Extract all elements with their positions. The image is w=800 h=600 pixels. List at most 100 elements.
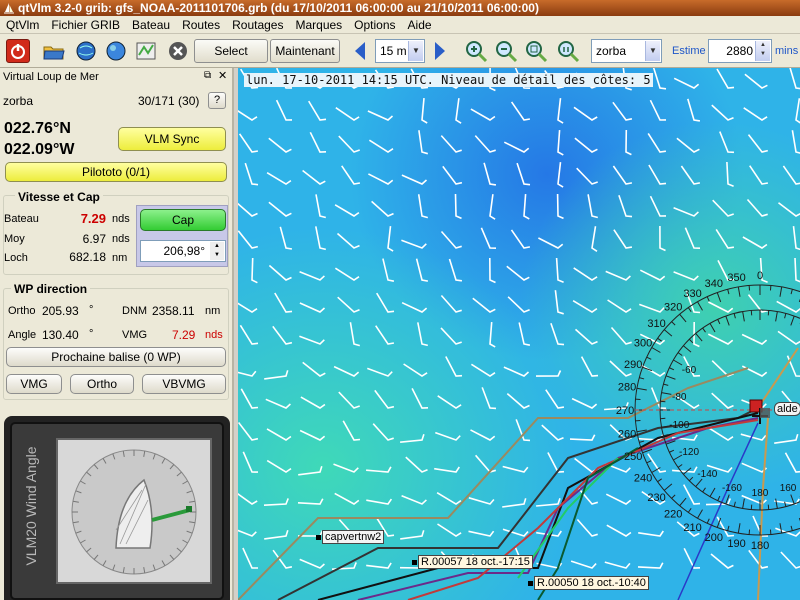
angle-label: Angle <box>8 329 37 341</box>
moy-speed: 6.97 <box>82 232 106 246</box>
compass-inner-label: 160 <box>780 483 797 494</box>
compass-outer-label: 0 <box>757 270 763 282</box>
route-point-marker[interactable] <box>412 560 417 565</box>
compass-inner-label: -80 <box>672 392 687 403</box>
compass-outer-label: 180 <box>751 540 769 552</box>
waypoint-marker[interactable] <box>316 535 321 540</box>
route-point-marker[interactable] <box>528 581 533 586</box>
close-grib-icon[interactable] <box>166 39 190 63</box>
estime-input[interactable]: 2880 ▲ ▼ <box>708 39 772 63</box>
vmg-value: 7.29 <box>172 328 196 342</box>
compass-outer-label: 230 <box>647 492 665 504</box>
spin-arrows-icon[interactable]: ▲ ▼ <box>755 41 770 61</box>
zoom-out-icon[interactable] <box>494 39 518 63</box>
compass-outer-label: 330 <box>683 288 701 300</box>
boat-panel: Virtual Loup de Mer ⧉ ✕ zorba 30/171 (30… <box>0 68 234 600</box>
open-folder-icon[interactable] <box>42 39 66 63</box>
close-panel-icon[interactable]: ✕ <box>218 69 227 82</box>
vmg-mode-button[interactable]: VMG <box>6 374 62 394</box>
panel-title: Virtual Loup de Mer <box>3 71 99 83</box>
compass-outer-label: 220 <box>664 508 682 520</box>
menu-fichier-grib[interactable]: Fichier GRIB <box>45 18 126 32</box>
zoom-one-to-one-icon[interactable] <box>556 39 580 63</box>
dnm-unit: nm <box>205 305 221 317</box>
dnm-value: 2358.11 <box>152 304 195 318</box>
estime-unit: mins <box>775 45 799 57</box>
chevron-down-icon[interactable]: ▼ <box>408 41 423 61</box>
globe-download-icon[interactable] <box>74 39 98 63</box>
vlm-sync-button[interactable]: VLM Sync <box>118 127 226 151</box>
compass-outer-label: 260 <box>618 428 636 440</box>
menu-bar: QtVlm Fichier GRIB Bateau Routes Routages Mar… <box>0 16 800 34</box>
ortho-mode-button[interactable]: Ortho <box>70 374 134 394</box>
compass-inner-label: -160 <box>722 483 742 494</box>
menu-marques[interactable]: Marques <box>289 18 348 32</box>
quit-icon[interactable] <box>6 39 30 63</box>
maintenant-button[interactable]: Maintenant <box>270 39 340 63</box>
moy-label: Moy <box>4 233 25 245</box>
bateau-speed: 7.29 <box>80 211 106 226</box>
weather-map[interactable]: 330 340 350 0 320 310 300 290 280 270 260 250 240 230… <box>238 68 800 600</box>
compass-outer-label: 250 <box>624 451 642 463</box>
route-label-r50[interactable]: R.00050 18 oct.-10:40 <box>534 576 649 590</box>
dnm-label: DNM <box>122 305 148 317</box>
step-forward-icon[interactable] <box>430 39 450 63</box>
float-panel-icon[interactable]: ⧉ <box>204 70 211 81</box>
zoom-in-icon[interactable] <box>464 39 488 63</box>
time-step-value: 15 m <box>380 44 407 58</box>
cap-input[interactable]: 206,98° ▲ ▼ <box>140 240 226 262</box>
longitude: 022.09°W <box>4 141 75 158</box>
compass-outer-label: 350 <box>727 272 745 284</box>
menu-options[interactable]: Options <box>348 18 401 32</box>
menu-routages[interactable]: Routages <box>226 18 289 32</box>
pilototo-button[interactable]: Pilototo (0/1) <box>5 162 227 182</box>
chevron-down-icon[interactable]: ▼ <box>645 41 660 61</box>
globe-icon[interactable] <box>104 39 128 63</box>
menu-routes[interactable]: Routes <box>176 18 226 32</box>
loch-distance: 682.18 <box>69 250 106 264</box>
compass-inner-label: -120 <box>679 447 699 458</box>
window-title-bar[interactable]: qtVlm 3.2-0 grib: gfs_NOAA-2011101706.gr… <box>0 0 800 16</box>
zoom-fit-icon[interactable] <box>524 39 548 63</box>
spin-arrows-icon[interactable]: ▲ ▼ <box>210 242 224 260</box>
ortho-unit: ° <box>89 304 94 316</box>
boat-label[interactable]: alde <box>774 402 800 416</box>
loch-unit: nm <box>112 252 128 264</box>
ortho-value: 205.93 <box>42 304 79 318</box>
menu-aide[interactable]: Aide <box>402 18 438 32</box>
boat-rank: 30/171 (30) <box>138 94 200 108</box>
compass-outer-label: 300 <box>634 338 652 350</box>
boat-select[interactable]: zorba ▼ <box>591 39 662 63</box>
map-status-line: lun. 17-10-2011 14:15 UTC. Niveau de dét… <box>244 73 653 87</box>
step-back-icon[interactable] <box>350 39 370 63</box>
menu-qtvlm[interactable]: QtVlm <box>0 18 45 32</box>
map-canvas[interactable]: 330 340 350 0 320 310 300 290 280 270 260 250 240 230… <box>238 68 800 600</box>
compass-outer-label: 270 <box>616 405 634 417</box>
help-button[interactable]: ? <box>208 92 226 109</box>
compass-inner-label: -100 <box>669 420 689 431</box>
select-button[interactable]: Select <box>194 39 268 63</box>
qtvlm-app-icon <box>4 3 14 14</box>
time-step-select[interactable]: 15 m ▼ <box>375 39 425 63</box>
wp-group-title: WP direction <box>11 282 91 296</box>
next-waypoint-button[interactable]: Prochaine balise (0 WP) <box>6 347 226 367</box>
vmg-unit: nds <box>205 329 223 341</box>
angle-value: 130.40 <box>42 328 79 342</box>
waypoint-label-capvert[interactable]: capvertnw2 <box>322 530 385 544</box>
compass-outer-label: 320 <box>664 302 682 314</box>
compass-outer-label: 210 <box>683 522 701 534</box>
instrument-screen <box>56 438 212 584</box>
ortho-label: Ortho <box>8 305 36 317</box>
compass-inner-label: -140 <box>697 469 717 480</box>
compass-outer-label: 190 <box>727 538 745 550</box>
angle-unit: ° <box>89 328 94 340</box>
cap-value: 206,98° <box>163 244 205 258</box>
route-label-r57[interactable]: R.00057 18 oct.-17:15 <box>418 555 533 569</box>
moy-unit: nds <box>112 233 130 245</box>
vbvmg-mode-button[interactable]: VBVMG <box>142 374 226 394</box>
grib-settings-icon[interactable] <box>134 39 158 63</box>
cap-button[interactable]: Cap <box>140 209 226 231</box>
menu-bateau[interactable]: Bateau <box>126 18 176 32</box>
window-title: qtVlm 3.2-0 grib: gfs_NOAA-2011101706.gr… <box>18 1 539 15</box>
bateau-unit: nds <box>112 213 130 225</box>
